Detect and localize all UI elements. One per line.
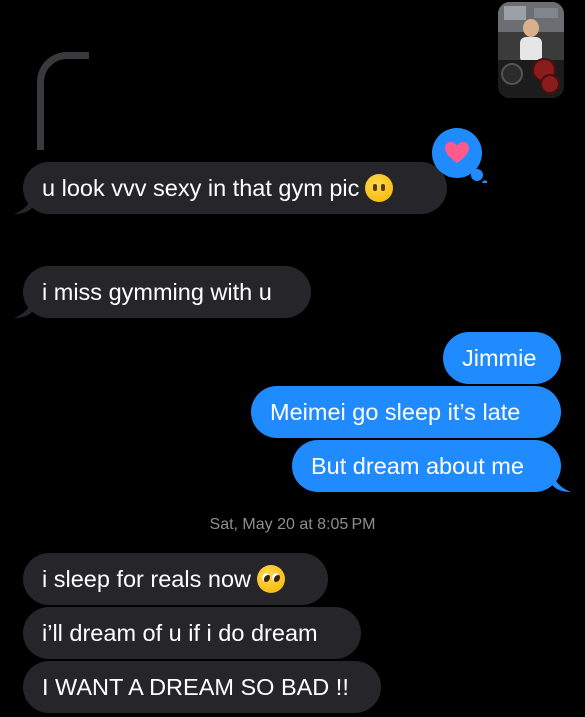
message-text: Meimei go sleep it’s late — [270, 399, 521, 425]
bubble-tail-incoming — [14, 302, 32, 318]
message-bubble-incoming[interactable]: u look vvv sexy in that gym pic — [23, 162, 447, 214]
melting-face-emoji — [365, 173, 394, 202]
gym-photo-thumbnail[interactable] — [498, 2, 564, 98]
timestamp-label: Sat, May 20 at 8:05 PM — [0, 516, 585, 534]
heart-tapback-icon[interactable] — [431, 127, 487, 183]
message-bubble-outgoing[interactable]: Meimei go sleep it’s late — [251, 386, 561, 438]
message-text: i’ll dream of u if i do dream — [42, 620, 318, 646]
timestamp-text: Sat, May 20 at 8:05 PM — [209, 516, 376, 533]
message-text: i miss gymming with u — [42, 279, 272, 305]
message-text: Jimmie — [462, 345, 537, 371]
message-bubble-outgoing[interactable]: But dream about me — [292, 440, 561, 492]
bubble-tail-outgoing — [553, 476, 571, 492]
bubble-tail-incoming — [14, 198, 32, 214]
pleading-face-emoji — [257, 564, 285, 593]
message-text: But dream about me — [311, 453, 524, 479]
message-bubble-incoming[interactable]: i’ll dream of u if i do dream — [23, 607, 361, 659]
message-bubble-incoming[interactable]: i sleep for reals now — [23, 553, 328, 605]
message-text: i sleep for reals now — [42, 566, 251, 592]
gym-photo-image — [498, 2, 564, 98]
message-bubble-outgoing[interactable]: Jimmie — [443, 332, 561, 384]
message-bubble-incoming[interactable]: I WANT A DREAM SO BAD !! — [23, 661, 381, 713]
reply-thread-line — [37, 52, 89, 150]
message-bubble-incoming[interactable]: i miss gymming with u — [23, 266, 311, 318]
message-text: I WANT A DREAM SO BAD !! — [42, 674, 349, 700]
message-text: u look vvv sexy in that gym pic — [42, 175, 360, 201]
